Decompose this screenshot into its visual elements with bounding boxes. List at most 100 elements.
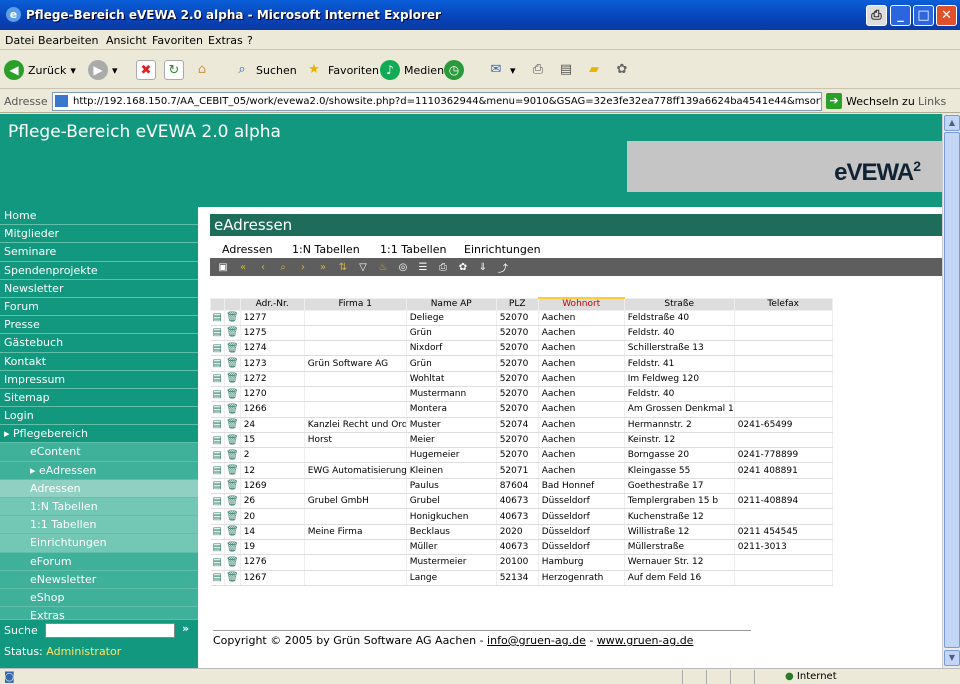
- subnav-einrichtungen[interactable]: Einrichtungen: [464, 243, 541, 256]
- vertical-scrollbar[interactable]: ▲ ▼: [942, 114, 960, 668]
- prev-record-icon[interactable]: ‹: [256, 262, 270, 273]
- sidebar-item-eforum[interactable]: eForum: [0, 552, 198, 571]
- column-header[interactable]: Adr.-Nr.: [239, 297, 305, 311]
- edit-record-icon[interactable]: ▤: [210, 493, 225, 510]
- edit-record-icon[interactable]: ▤: [210, 462, 225, 479]
- edit-record-icon[interactable]: ▤: [210, 570, 225, 586]
- forward-button[interactable]: ▶ ▾: [88, 59, 118, 81]
- column-header[interactable]: Straße: [623, 297, 735, 311]
- edit-button[interactable]: ▤: [556, 59, 576, 81]
- sort-icon[interactable]: ⇅: [336, 262, 350, 273]
- edit-record-icon[interactable]: ▤: [210, 508, 225, 525]
- sidebar-item-econtent[interactable]: eContent: [0, 443, 198, 462]
- column-header[interactable]: PLZ: [495, 297, 539, 311]
- subnav-1n-tabellen[interactable]: 1:N Tabellen: [292, 243, 360, 256]
- last-record-icon[interactable]: »: [316, 262, 330, 273]
- edit-record-icon[interactable]: ▤: [210, 310, 225, 326]
- sidebar-item-seminare[interactable]: Seminare: [0, 243, 198, 262]
- scroll-down-icon[interactable]: ▼: [944, 650, 960, 666]
- column-header[interactable]: Name AP: [405, 297, 497, 311]
- sidebar-item-adressen[interactable]: Adressen: [0, 479, 198, 498]
- edit-record-icon[interactable]: ▤: [210, 401, 225, 418]
- sidebar-item-1-1-tabellen[interactable]: 1:1 Tabellen: [0, 516, 198, 535]
- delete-record-icon[interactable]: 🗑: [224, 371, 241, 387]
- menu-extras[interactable]: Extras: [208, 34, 243, 47]
- delete-record-icon[interactable]: 🗑: [224, 355, 241, 372]
- filter-icon[interactable]: ▽: [356, 262, 370, 273]
- subnav-adressen[interactable]: Adressen: [222, 243, 273, 256]
- scroll-up-icon[interactable]: ▲: [944, 115, 960, 131]
- grid-icon[interactable]: ▣: [216, 262, 230, 273]
- next-record-icon[interactable]: ›: [296, 262, 310, 273]
- maximize-button[interactable]: □: [913, 5, 934, 26]
- column-header[interactable]: Wohnort: [537, 297, 625, 311]
- edit-record-icon[interactable]: ▤: [210, 371, 225, 387]
- menu-bearbeiten[interactable]: Bearbeiten: [38, 34, 98, 47]
- sidebar-item-g-stebuch[interactable]: Gästebuch: [0, 334, 198, 353]
- menu-ansicht[interactable]: Ansicht: [106, 34, 147, 47]
- sidebar-item-1-n-tabellen[interactable]: 1:N Tabellen: [0, 498, 198, 517]
- delete-record-icon[interactable]: 🗑: [224, 493, 241, 510]
- sidebar-item-home[interactable]: Home: [0, 207, 198, 226]
- folder-button[interactable]: ▰: [584, 59, 604, 81]
- sidebar-item-kontakt[interactable]: Kontakt: [0, 353, 198, 371]
- delete-record-icon[interactable]: 🗑: [224, 539, 241, 556]
- edit-record-icon[interactable]: ▤: [210, 417, 225, 433]
- delete-record-icon[interactable]: 🗑: [224, 401, 241, 418]
- search-button[interactable]: ⌕ Suchen: [232, 59, 296, 81]
- sidebar-item-presse[interactable]: Presse: [0, 316, 198, 335]
- sidebar-item-sitemap[interactable]: Sitemap: [0, 389, 198, 408]
- sidebar-item-spendenprojekte[interactable]: Spendenprojekte: [0, 262, 198, 280]
- history-button[interactable]: ◷: [444, 59, 464, 81]
- sidebar-item-forum[interactable]: Forum: [0, 298, 198, 317]
- home-button[interactable]: ⌂: [192, 59, 212, 81]
- edit-record-icon[interactable]: ▤: [210, 539, 225, 556]
- edit-record-icon[interactable]: ▤: [210, 524, 225, 540]
- sidebar-item-login[interactable]: Login: [0, 407, 198, 426]
- stop-button[interactable]: ✖: [136, 59, 156, 81]
- delete-record-icon[interactable]: 🗑: [224, 462, 241, 479]
- minimize-button[interactable]: _: [890, 5, 911, 26]
- menu-favoriten[interactable]: Favoriten: [152, 34, 203, 47]
- print-icon[interactable]: ⎙: [866, 5, 887, 26]
- messenger-button[interactable]: ✿: [612, 59, 632, 81]
- edit-record-icon[interactable]: ▤: [210, 386, 225, 403]
- sidebar-item-eshop[interactable]: eShop: [0, 588, 198, 608]
- sidebar-item-enewsletter[interactable]: eNewsletter: [0, 570, 198, 589]
- sidebar-item-einrichtungen[interactable]: Einrichtungen: [0, 534, 198, 553]
- edit-record-icon[interactable]: ▤: [210, 554, 225, 571]
- delete-record-icon[interactable]: 🗑: [224, 524, 241, 540]
- subnav-11-tabellen[interactable]: 1:1 Tabellen: [380, 243, 446, 256]
- delete-record-icon[interactable]: 🗑: [224, 554, 241, 571]
- refresh-button[interactable]: ↻: [164, 59, 184, 81]
- list-icon[interactable]: ☰: [416, 262, 430, 273]
- settings-icon[interactable]: ✿: [456, 262, 470, 273]
- sidebar-item-mitglieder[interactable]: Mitglieder: [0, 225, 198, 244]
- edit-record-icon[interactable]: ▤: [210, 340, 225, 357]
- delete-record-icon[interactable]: 🗑: [224, 325, 241, 342]
- sidebar-item-eadressen[interactable]: ▸ eAdressen: [0, 461, 198, 480]
- delete-record-icon[interactable]: 🗑: [224, 386, 241, 403]
- print-button[interactable]: ⎙: [528, 59, 548, 81]
- close-button[interactable]: ✕: [936, 5, 957, 26]
- edit-record-icon[interactable]: ▤: [210, 478, 225, 495]
- scroll-thumb[interactable]: [944, 132, 960, 648]
- delete-record-icon[interactable]: 🗑: [224, 432, 241, 449]
- export-icon[interactable]: ⤴: [496, 260, 510, 275]
- target-icon[interactable]: ◎: [396, 262, 410, 273]
- delete-record-icon[interactable]: 🗑: [224, 570, 241, 586]
- delete-record-icon[interactable]: 🗑: [224, 310, 241, 326]
- column-header[interactable]: Firma 1: [303, 297, 407, 311]
- delete-record-icon[interactable]: 🗑: [224, 447, 241, 464]
- edit-record-icon[interactable]: ▤: [210, 447, 225, 464]
- sidebar-item-impressum[interactable]: Impressum: [0, 371, 198, 389]
- sidebar-item-pflegebereich[interactable]: ▸ Pflegebereich: [0, 425, 198, 444]
- favorites-button[interactable]: ★ Favoriten: [304, 59, 379, 81]
- delete-record-icon[interactable]: 🗑: [224, 478, 241, 495]
- edit-record-icon[interactable]: ▤: [210, 432, 225, 449]
- back-button[interactable]: ◀ Zurück ▾: [4, 59, 76, 81]
- delete-record-icon[interactable]: 🗑: [224, 340, 241, 357]
- lightbulb-icon[interactable]: ♨: [376, 262, 390, 273]
- media-button[interactable]: ♪ Medien: [380, 59, 444, 81]
- edit-record-icon[interactable]: ▤: [210, 325, 225, 342]
